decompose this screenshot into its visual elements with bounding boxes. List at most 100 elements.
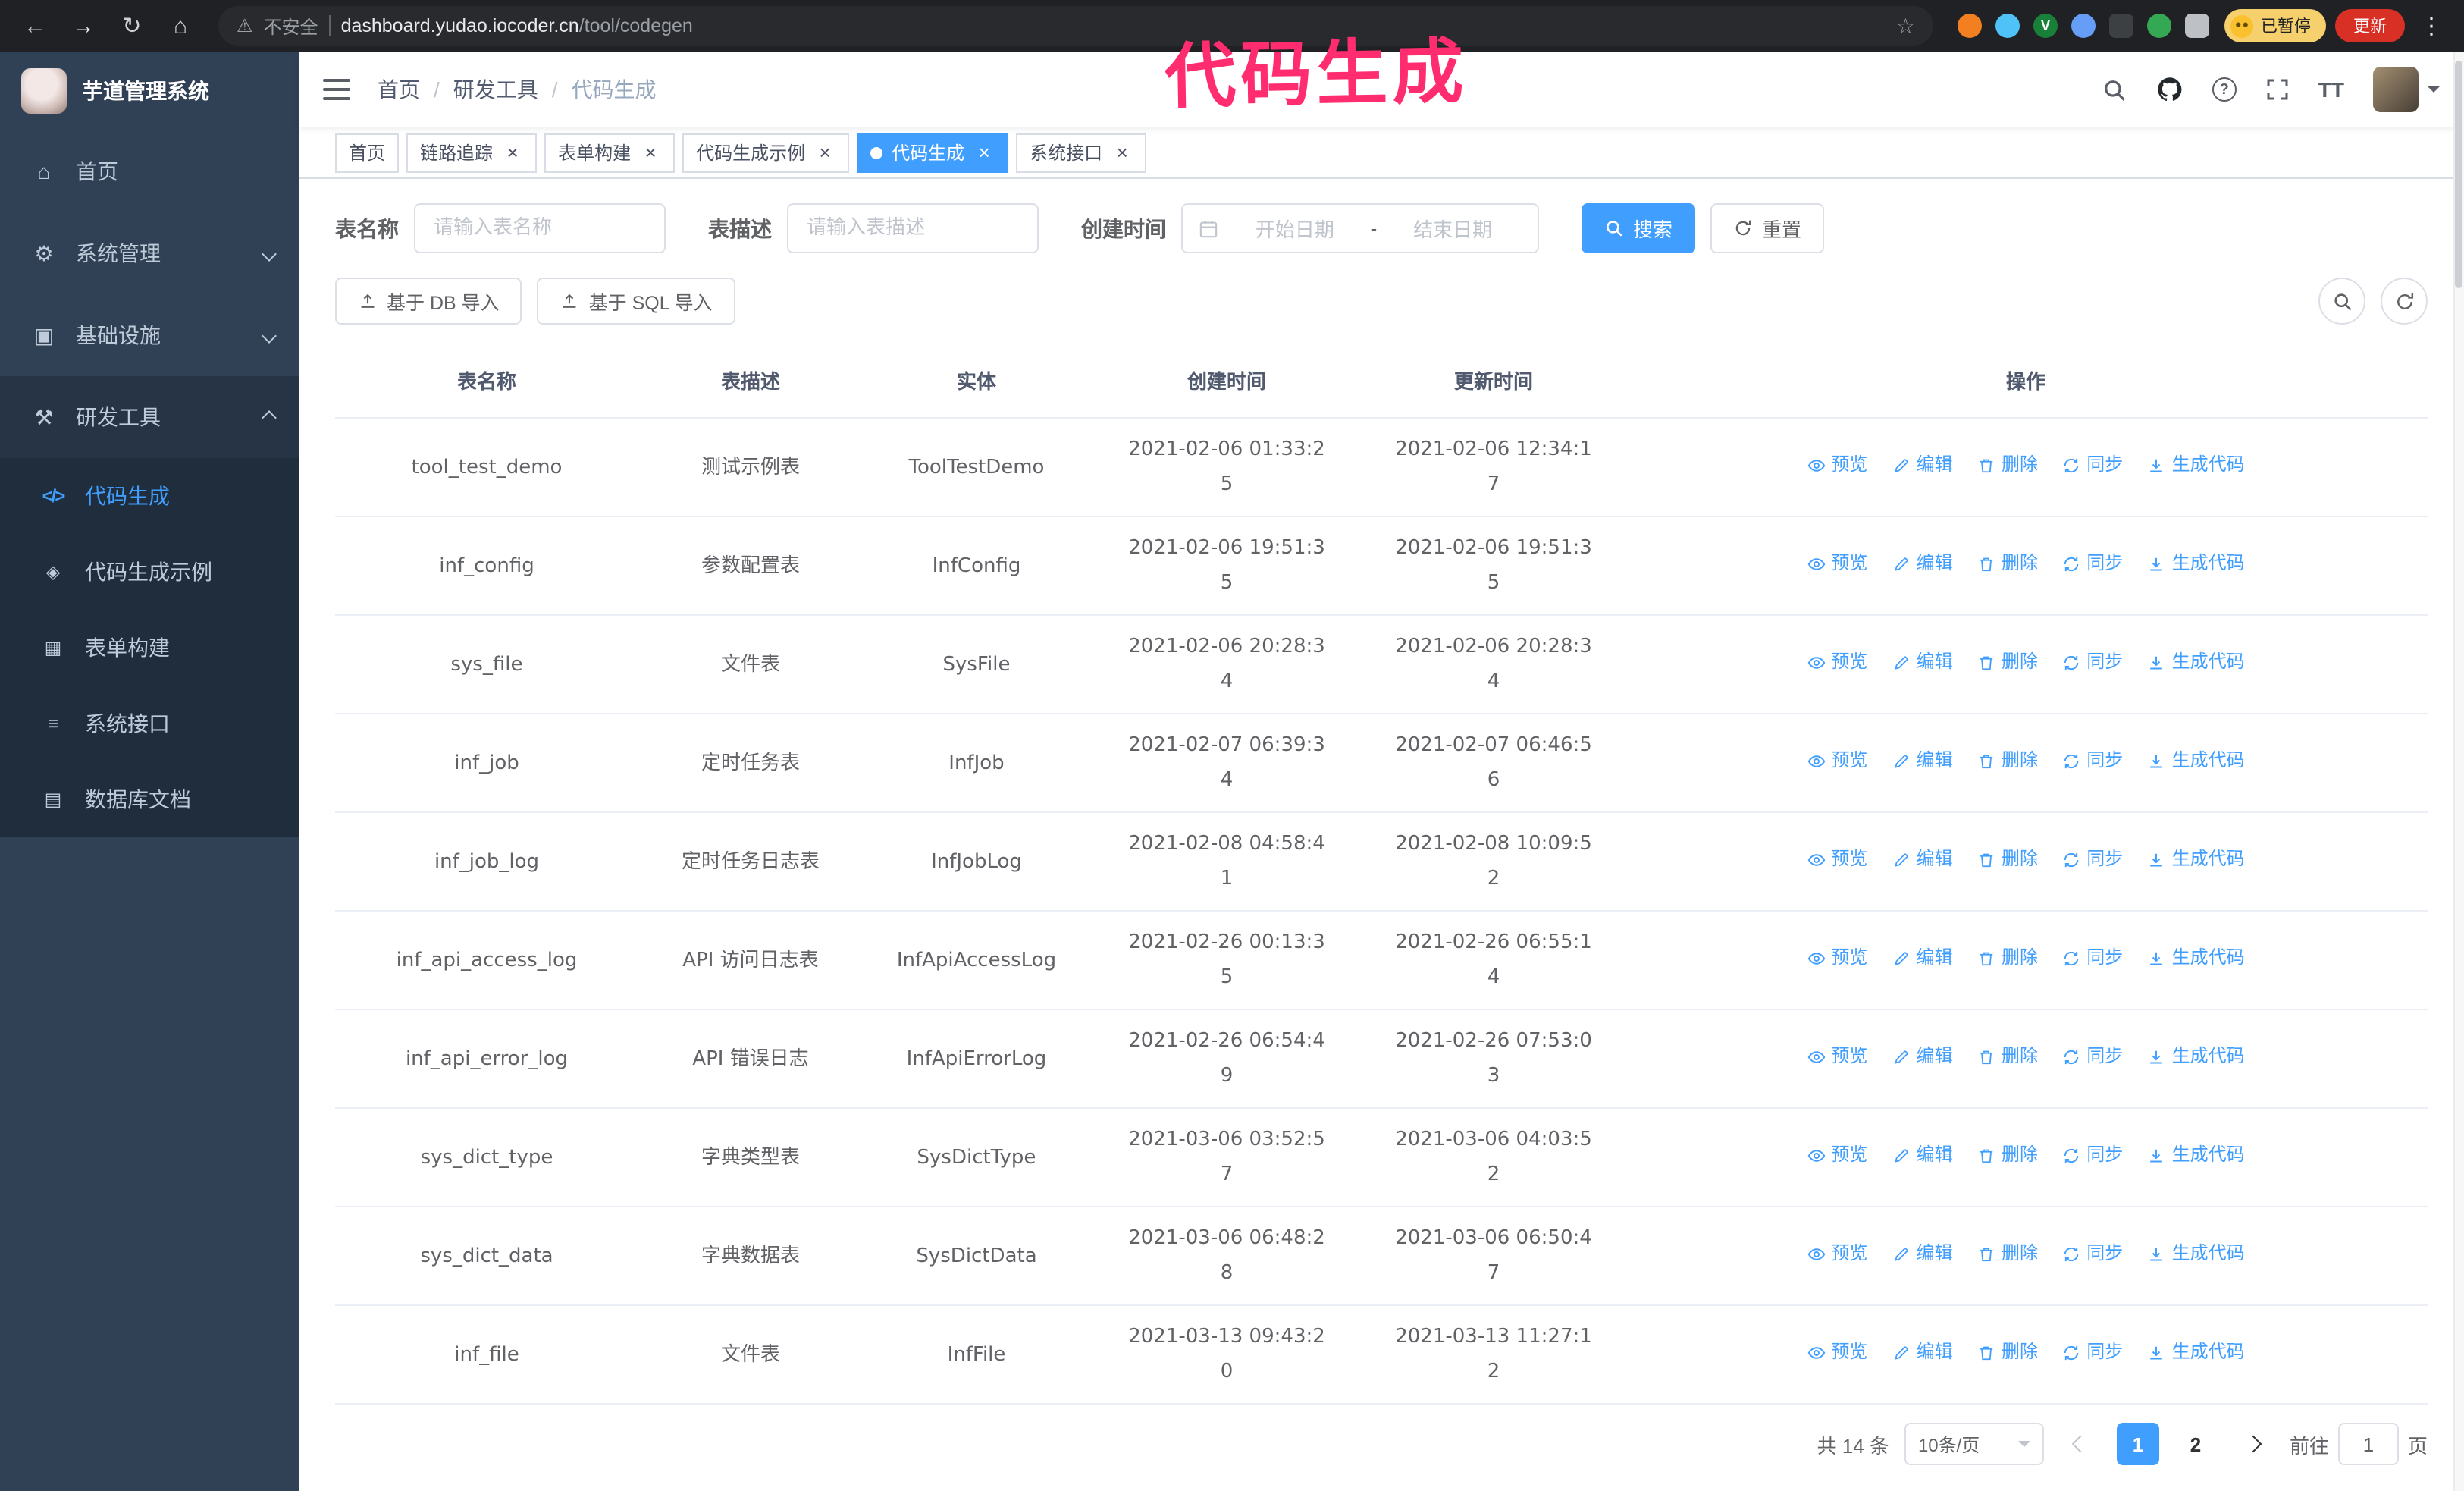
tab-close-icon[interactable]: × (640, 142, 661, 163)
reset-button[interactable]: 重置 (1710, 203, 1825, 253)
delete-link[interactable]: 删除 (1977, 1237, 2038, 1272)
edit-link[interactable]: 编辑 (1892, 744, 1953, 779)
breadcrumb-devtools[interactable]: 研发工具 (453, 74, 538, 105)
delete-link[interactable]: 删除 (1977, 645, 2038, 680)
sync-link[interactable]: 同步 (2062, 1040, 2123, 1075)
sidebar-item-system-api[interactable]: ≡ 系统接口 (0, 686, 299, 761)
preview-link[interactable]: 预览 (1807, 1237, 1867, 1272)
preview-link[interactable]: 预览 (1807, 547, 1867, 582)
sidebar-item-codegen[interactable]: </> 代码生成 (0, 458, 299, 534)
tab-close-icon[interactable]: × (814, 142, 835, 163)
generate-code-link[interactable]: 生成代码 (2148, 547, 2245, 582)
sync-link[interactable]: 同步 (2062, 744, 2123, 779)
sync-link[interactable]: 同步 (2062, 448, 2123, 483)
extension-leaf-icon[interactable] (2147, 14, 2171, 38)
table-desc-input[interactable] (787, 203, 1039, 253)
sidebar-item-infrastructure[interactable]: ▣ 基础设施 (0, 294, 299, 376)
delete-link[interactable]: 删除 (1977, 941, 2038, 976)
sidebar-item-form-builder[interactable]: ▦ 表单构建 (0, 610, 299, 686)
search-button[interactable]: 搜索 (1582, 203, 1696, 253)
delete-link[interactable]: 删除 (1977, 1336, 2038, 1370)
sync-link[interactable]: 同步 (2062, 1138, 2123, 1173)
edit-link[interactable]: 编辑 (1892, 1336, 1953, 1370)
import-sql-button[interactable]: 基于 SQL 导入 (537, 278, 735, 325)
github-icon[interactable] (2156, 76, 2183, 103)
delete-link[interactable]: 删除 (1977, 547, 2038, 582)
edit-link[interactable]: 编辑 (1892, 1138, 1953, 1173)
browser-home-icon[interactable]: ⌂ (161, 6, 200, 46)
sync-link[interactable]: 同步 (2062, 1336, 2123, 1370)
extension-blue-drop-icon[interactable] (1995, 14, 2020, 38)
preview-link[interactable]: 预览 (1807, 941, 1867, 976)
tab-codegen-example[interactable]: 代码生成示例 × (682, 133, 850, 172)
page-scrollbar[interactable] (2453, 52, 2464, 1491)
preview-link[interactable]: 预览 (1807, 645, 1867, 680)
breadcrumb-home[interactable]: 首页 (378, 74, 420, 105)
generate-code-link[interactable]: 生成代码 (2148, 843, 2245, 877)
tab-system-api[interactable]: 系统接口 × (1016, 133, 1147, 172)
extension-green-check-icon[interactable]: V (2033, 14, 2058, 38)
prev-page-button[interactable] (2059, 1423, 2102, 1465)
edit-link[interactable]: 编辑 (1892, 843, 1953, 877)
fullscreen-icon[interactable] (2265, 77, 2290, 102)
tab-tracing[interactable]: 链路追踪 × (406, 133, 538, 172)
security-label[interactable]: 不安全 (264, 13, 318, 39)
preview-link[interactable]: 预览 (1807, 744, 1867, 779)
date-range-input[interactable]: 开始日期 - 结束日期 (1181, 203, 1539, 253)
date-end-placeholder[interactable]: 结束日期 (1383, 214, 1522, 243)
user-menu[interactable] (2373, 67, 2440, 112)
scrollbar-thumb[interactable] (2455, 61, 2462, 288)
search-icon[interactable] (2102, 77, 2127, 102)
refresh-table-button[interactable] (2381, 278, 2428, 325)
date-start-placeholder[interactable]: 开始日期 (1225, 214, 1365, 243)
sidebar-item-codegen-example[interactable]: ◈ 代码生成示例 (0, 534, 299, 610)
tab-close-icon[interactable]: × (973, 142, 995, 163)
delete-link[interactable]: 删除 (1977, 744, 2038, 779)
tab-form-builder[interactable]: 表单构建 × (544, 133, 676, 172)
edit-link[interactable]: 编辑 (1892, 547, 1953, 582)
browser-forward-icon[interactable]: → (64, 6, 103, 46)
sync-link[interactable]: 同步 (2062, 941, 2123, 976)
delete-link[interactable]: 删除 (1977, 448, 2038, 483)
tab-close-icon[interactable]: × (1111, 142, 1133, 163)
address-bar[interactable]: ⚠ 不安全 dashboard.yudao.iocoder.cn/tool/co… (218, 6, 1933, 46)
delete-link[interactable]: 删除 (1977, 843, 2038, 877)
preview-link[interactable]: 预览 (1807, 1138, 1867, 1173)
sync-link[interactable]: 同步 (2062, 645, 2123, 680)
app-logo[interactable]: 芋道管理系统 (0, 52, 299, 130)
extensions-puzzle-icon[interactable] (2185, 14, 2209, 38)
sidebar-item-home[interactable]: ⌂ 首页 (0, 130, 299, 212)
toggle-search-button[interactable] (2318, 278, 2365, 325)
edit-link[interactable]: 编辑 (1892, 941, 1953, 976)
bookmark-star-icon[interactable]: ☆ (1896, 13, 1915, 39)
preview-link[interactable]: 预览 (1807, 1040, 1867, 1075)
generate-code-link[interactable]: 生成代码 (2148, 1237, 2245, 1272)
tab-home[interactable]: 首页 (335, 133, 400, 172)
edit-link[interactable]: 编辑 (1892, 645, 1953, 680)
edit-link[interactable]: 编辑 (1892, 448, 1953, 483)
sync-link[interactable]: 同步 (2062, 843, 2123, 877)
page-size-select[interactable]: 10条/页 (1904, 1423, 2044, 1465)
extension-orange-icon[interactable] (1958, 14, 1982, 38)
preview-link[interactable]: 预览 (1807, 843, 1867, 877)
sync-link[interactable]: 同步 (2062, 547, 2123, 582)
extension-dark-icon[interactable] (2109, 14, 2133, 38)
goto-page-input[interactable] (2337, 1423, 2399, 1465)
sidebar-item-system[interactable]: ⚙ 系统管理 (0, 212, 299, 294)
hamburger-icon[interactable] (323, 79, 350, 100)
url-text[interactable]: dashboard.yudao.iocoder.cn/tool/codegen (341, 15, 693, 36)
generate-code-link[interactable]: 生成代码 (2148, 1138, 2245, 1173)
generate-code-link[interactable]: 生成代码 (2148, 941, 2245, 976)
page-button-2[interactable]: 2 (2174, 1423, 2217, 1465)
preview-link[interactable]: 预览 (1807, 448, 1867, 483)
edit-link[interactable]: 编辑 (1892, 1040, 1953, 1075)
delete-link[interactable]: 删除 (1977, 1138, 2038, 1173)
generate-code-link[interactable]: 生成代码 (2148, 1040, 2245, 1075)
delete-link[interactable]: 删除 (1977, 1040, 2038, 1075)
font-size-icon[interactable]: TT (2318, 77, 2344, 102)
page-button-1[interactable]: 1 (2116, 1423, 2159, 1465)
browser-reload-icon[interactable]: ↻ (112, 6, 152, 46)
preview-link[interactable]: 预览 (1807, 1336, 1867, 1370)
sync-link[interactable]: 同步 (2062, 1237, 2123, 1272)
sidebar-item-db-doc[interactable]: ▤ 数据库文档 (0, 761, 299, 837)
